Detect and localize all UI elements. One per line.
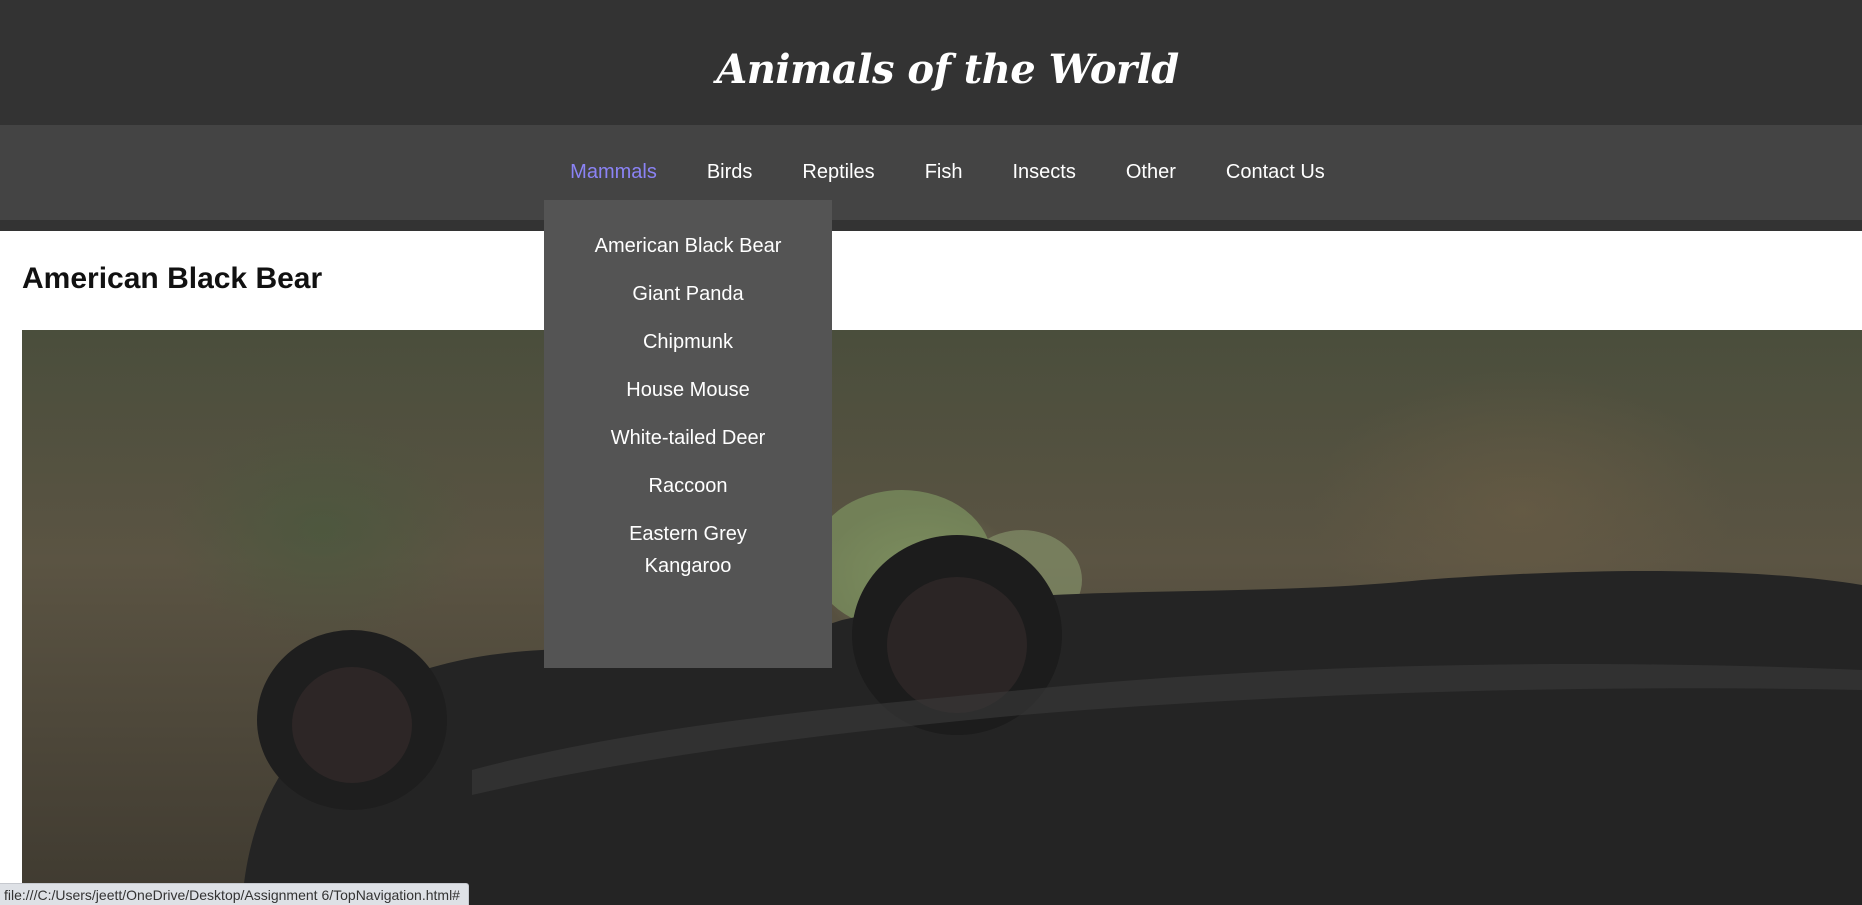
dropdown-item-chipmunk[interactable]: Chipmunk	[544, 318, 832, 366]
nav-item-insects[interactable]: Insects	[987, 161, 1100, 184]
site-title: Animals of the World	[716, 45, 1179, 93]
dropdown-item-eastern-grey-kangaroo[interactable]: Eastern Grey Kangaroo	[544, 510, 832, 590]
page-heading: American Black Bear	[22, 262, 323, 295]
dropdown-item-giant-panda[interactable]: Giant Panda	[544, 270, 832, 318]
page: Animals of the World Mammals Birds Repti…	[0, 0, 1862, 905]
nav-item-birds[interactable]: Birds	[682, 161, 778, 184]
black-bear-illustration	[242, 470, 1862, 905]
mammals-dropdown-menu: American Black Bear Giant Panda Chipmunk…	[544, 200, 832, 668]
navbar-divider	[0, 220, 1862, 231]
hero-image	[22, 330, 1862, 905]
nav-item-contact-us[interactable]: Contact Us	[1201, 161, 1350, 184]
nav-menu: Mammals Birds Reptiles Fish Insects Othe…	[0, 125, 1862, 220]
dropdown-item-house-mouse[interactable]: House Mouse	[544, 366, 832, 414]
nav-item-mammals[interactable]: Mammals	[545, 161, 682, 184]
dropdown-item-american-black-bear[interactable]: American Black Bear	[544, 222, 832, 270]
dropdown-item-white-tailed-deer[interactable]: White-tailed Deer	[544, 414, 832, 462]
dropdown-item-raccoon[interactable]: Raccoon	[544, 462, 832, 510]
nav-item-fish[interactable]: Fish	[900, 161, 988, 184]
nav-item-other[interactable]: Other	[1101, 161, 1201, 184]
browser-status-bar-url: file:///C:/Users/jeett/OneDrive/Desktop/…	[0, 883, 469, 905]
nav-item-reptiles[interactable]: Reptiles	[777, 161, 899, 184]
